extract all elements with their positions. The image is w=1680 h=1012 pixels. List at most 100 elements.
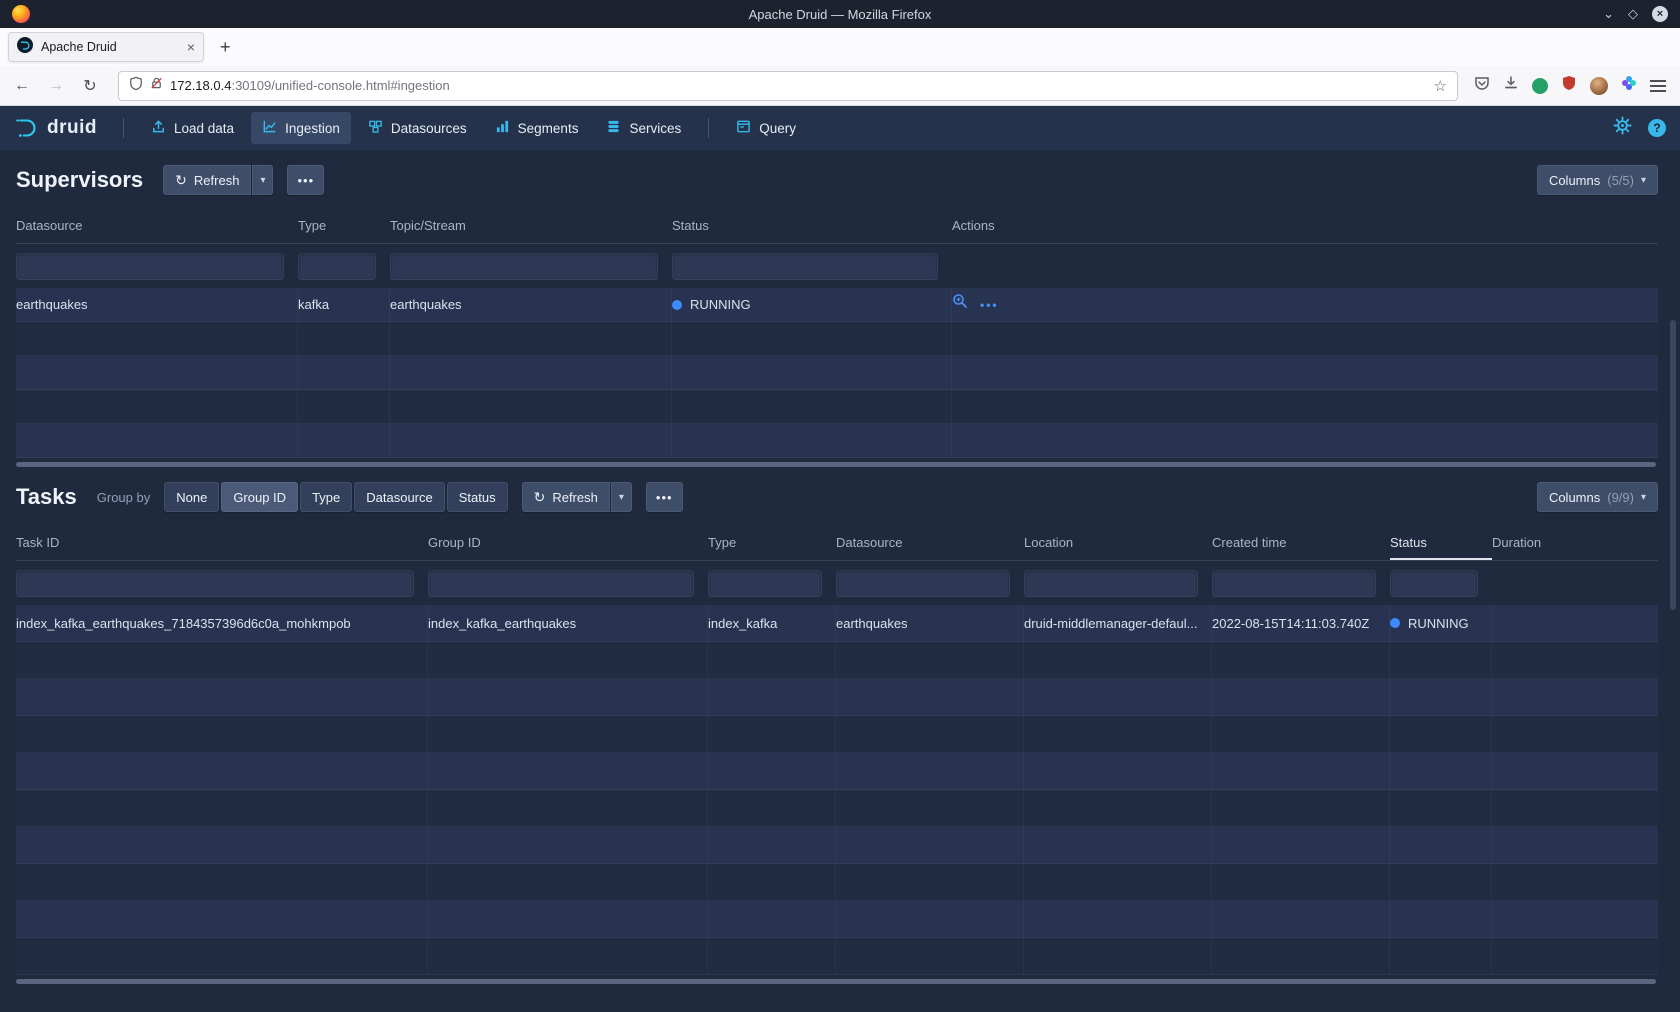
forward-button[interactable]: → [44, 77, 68, 95]
tasks-more-button[interactable]: ••• [646, 482, 683, 512]
col-header-datasource[interactable]: Datasource [16, 208, 298, 243]
cell-type[interactable]: kafka [298, 288, 390, 321]
cell-status[interactable]: RUNNING [672, 288, 952, 321]
nav-item-query[interactable]: Query [725, 112, 807, 144]
group-by-status-button[interactable]: Status [447, 482, 508, 512]
vertical-scrollbar[interactable] [1670, 320, 1676, 610]
window-close-button[interactable]: × [1652, 6, 1668, 22]
cell-group-id[interactable]: index_kafka_earthquakes [428, 605, 708, 641]
filter-input-status[interactable] [1390, 570, 1478, 597]
cell-type[interactable]: index_kafka [708, 605, 836, 641]
filter-input-status[interactable] [672, 253, 938, 280]
back-button[interactable]: ← [10, 77, 34, 95]
nav-item-services[interactable]: Services [595, 112, 692, 144]
pocket-icon[interactable] [1474, 75, 1490, 96]
group-by-none-button[interactable]: None [164, 482, 219, 512]
window-maximize-button[interactable]: ◇ [1628, 6, 1638, 22]
druid-logo[interactable]: druid [14, 115, 97, 141]
supervisor-row-earthquakes[interactable]: earthquakes kafka earthquakes RUNNING ••… [16, 288, 1658, 322]
cell-datasource[interactable]: earthquakes [836, 605, 1024, 641]
supervisors-refresh-caret-button[interactable]: ▾ [252, 165, 273, 195]
nav-label: Services [629, 121, 681, 136]
col-header-location[interactable]: Location [1024, 525, 1212, 560]
group-by-datasource-button[interactable]: Datasource [354, 482, 444, 512]
ublock-icon[interactable] [1561, 75, 1577, 96]
group-by-group-id-button[interactable]: Group ID [221, 482, 298, 512]
col-header-topic-stream[interactable]: Topic/Stream [390, 208, 672, 243]
tasks-horizontal-scrollbar[interactable] [16, 979, 1656, 984]
tasks-refresh-button[interactable]: ↻ Refresh [522, 482, 610, 512]
group-by-type-button[interactable]: Type [300, 482, 352, 512]
cell-duration[interactable] [1492, 605, 1658, 641]
menu-icon[interactable] [1650, 80, 1666, 92]
filter-input-type[interactable] [298, 253, 376, 280]
help-icon[interactable]: ? [1648, 119, 1666, 137]
col-header-group-id[interactable]: Group ID [428, 525, 708, 560]
row-more-actions-icon[interactable]: ••• [980, 288, 999, 321]
cell-task-id[interactable]: index_kafka_earthquakes_7184357396d6c0a_… [16, 605, 428, 641]
col-header-duration[interactable]: Duration [1492, 525, 1658, 560]
filter-input-location[interactable] [1024, 570, 1198, 597]
extension-green-icon[interactable] [1532, 78, 1548, 94]
col-header-task-id[interactable]: Task ID [16, 525, 428, 560]
filter-input-topic-stream[interactable] [390, 253, 658, 280]
nav-item-datasources[interactable]: Datasources [357, 112, 478, 144]
col-header-type[interactable]: Type [708, 525, 836, 560]
supervisors-columns-button[interactable]: Columns (5/5) ▾ [1537, 165, 1658, 195]
empty-cell [390, 390, 672, 423]
empty-cell [836, 790, 1024, 826]
browser-tab-apache-druid[interactable]: Apache Druid × [8, 32, 204, 62]
empty-cell [708, 716, 836, 752]
filter-input-datasource[interactable] [16, 253, 284, 280]
filter-input-task-id[interactable] [16, 570, 414, 597]
more-icon: ••• [656, 490, 673, 505]
empty-cell [1390, 864, 1492, 900]
insecure-lock-icon[interactable] [150, 76, 163, 95]
tracking-shield-icon[interactable] [129, 76, 143, 96]
downloads-icon[interactable] [1503, 75, 1519, 96]
cell-status[interactable]: RUNNING [1390, 605, 1492, 641]
supervisors-refresh-button[interactable]: ↻ Refresh [163, 165, 251, 195]
tasks-columns-button[interactable]: Columns (9/9) ▾ [1537, 482, 1658, 512]
filter-input-type[interactable] [708, 570, 822, 597]
cell-location[interactable]: druid-middlemanager-defaul... [1024, 605, 1212, 641]
supervisors-more-button[interactable]: ••• [287, 165, 324, 195]
extension-pinwheel-icon[interactable] [1621, 75, 1637, 96]
nav-item-ingestion[interactable]: Ingestion [251, 112, 351, 144]
empty-cell [16, 753, 428, 789]
reload-button[interactable]: ↻ [78, 76, 102, 96]
url-bar[interactable]: 172.18.0.4:30109/unified-console.html#in… [118, 71, 1458, 101]
datasources-icon [368, 119, 383, 137]
empty-cell [390, 322, 672, 355]
empty-cell [1024, 901, 1212, 937]
tasks-refresh-caret-button[interactable]: ▾ [611, 482, 632, 512]
new-tab-button[interactable]: + [212, 37, 239, 58]
filter-input-datasource[interactable] [836, 570, 1010, 597]
col-header-created-time[interactable]: Created time [1212, 525, 1390, 560]
task-row-index-kafka-earthquakes[interactable]: index_kafka_earthquakes_7184357396d6c0a_… [16, 605, 1658, 642]
group-by-segmented-control: None Group ID Type Datasource Status [164, 482, 507, 512]
filter-input-created-time[interactable] [1212, 570, 1376, 597]
bookmark-star-icon[interactable]: ☆ [1434, 77, 1447, 95]
window-title: Apache Druid — Mozilla Firefox [0, 7, 1680, 22]
col-header-status[interactable]: Status [672, 208, 952, 243]
magnify-actions-icon[interactable] [952, 288, 968, 321]
empty-cell [1390, 827, 1492, 863]
cell-created-time[interactable]: 2022-08-15T14:11:03.740Z [1212, 605, 1390, 641]
col-header-datasource[interactable]: Datasource [836, 525, 1024, 560]
empty-cell [428, 827, 708, 863]
nav-item-segments[interactable]: Segments [484, 112, 590, 144]
filter-input-group-id[interactable] [428, 570, 694, 597]
settings-gear-icon[interactable] [1613, 116, 1632, 140]
empty-row [16, 679, 1658, 716]
col-header-status[interactable]: Status [1390, 525, 1492, 560]
profile-avatar-icon[interactable] [1590, 77, 1608, 95]
cell-topic[interactable]: earthquakes [390, 288, 672, 321]
col-header-type[interactable]: Type [298, 208, 390, 243]
window-minimize-button[interactable]: ⌄ [1603, 6, 1614, 22]
tab-close-icon[interactable]: × [187, 39, 195, 55]
cell-actions: ••• [952, 288, 1658, 321]
empty-cell [1492, 864, 1658, 900]
nav-item-load-data[interactable]: Load data [140, 112, 245, 144]
cell-datasource[interactable]: earthquakes [16, 288, 298, 321]
